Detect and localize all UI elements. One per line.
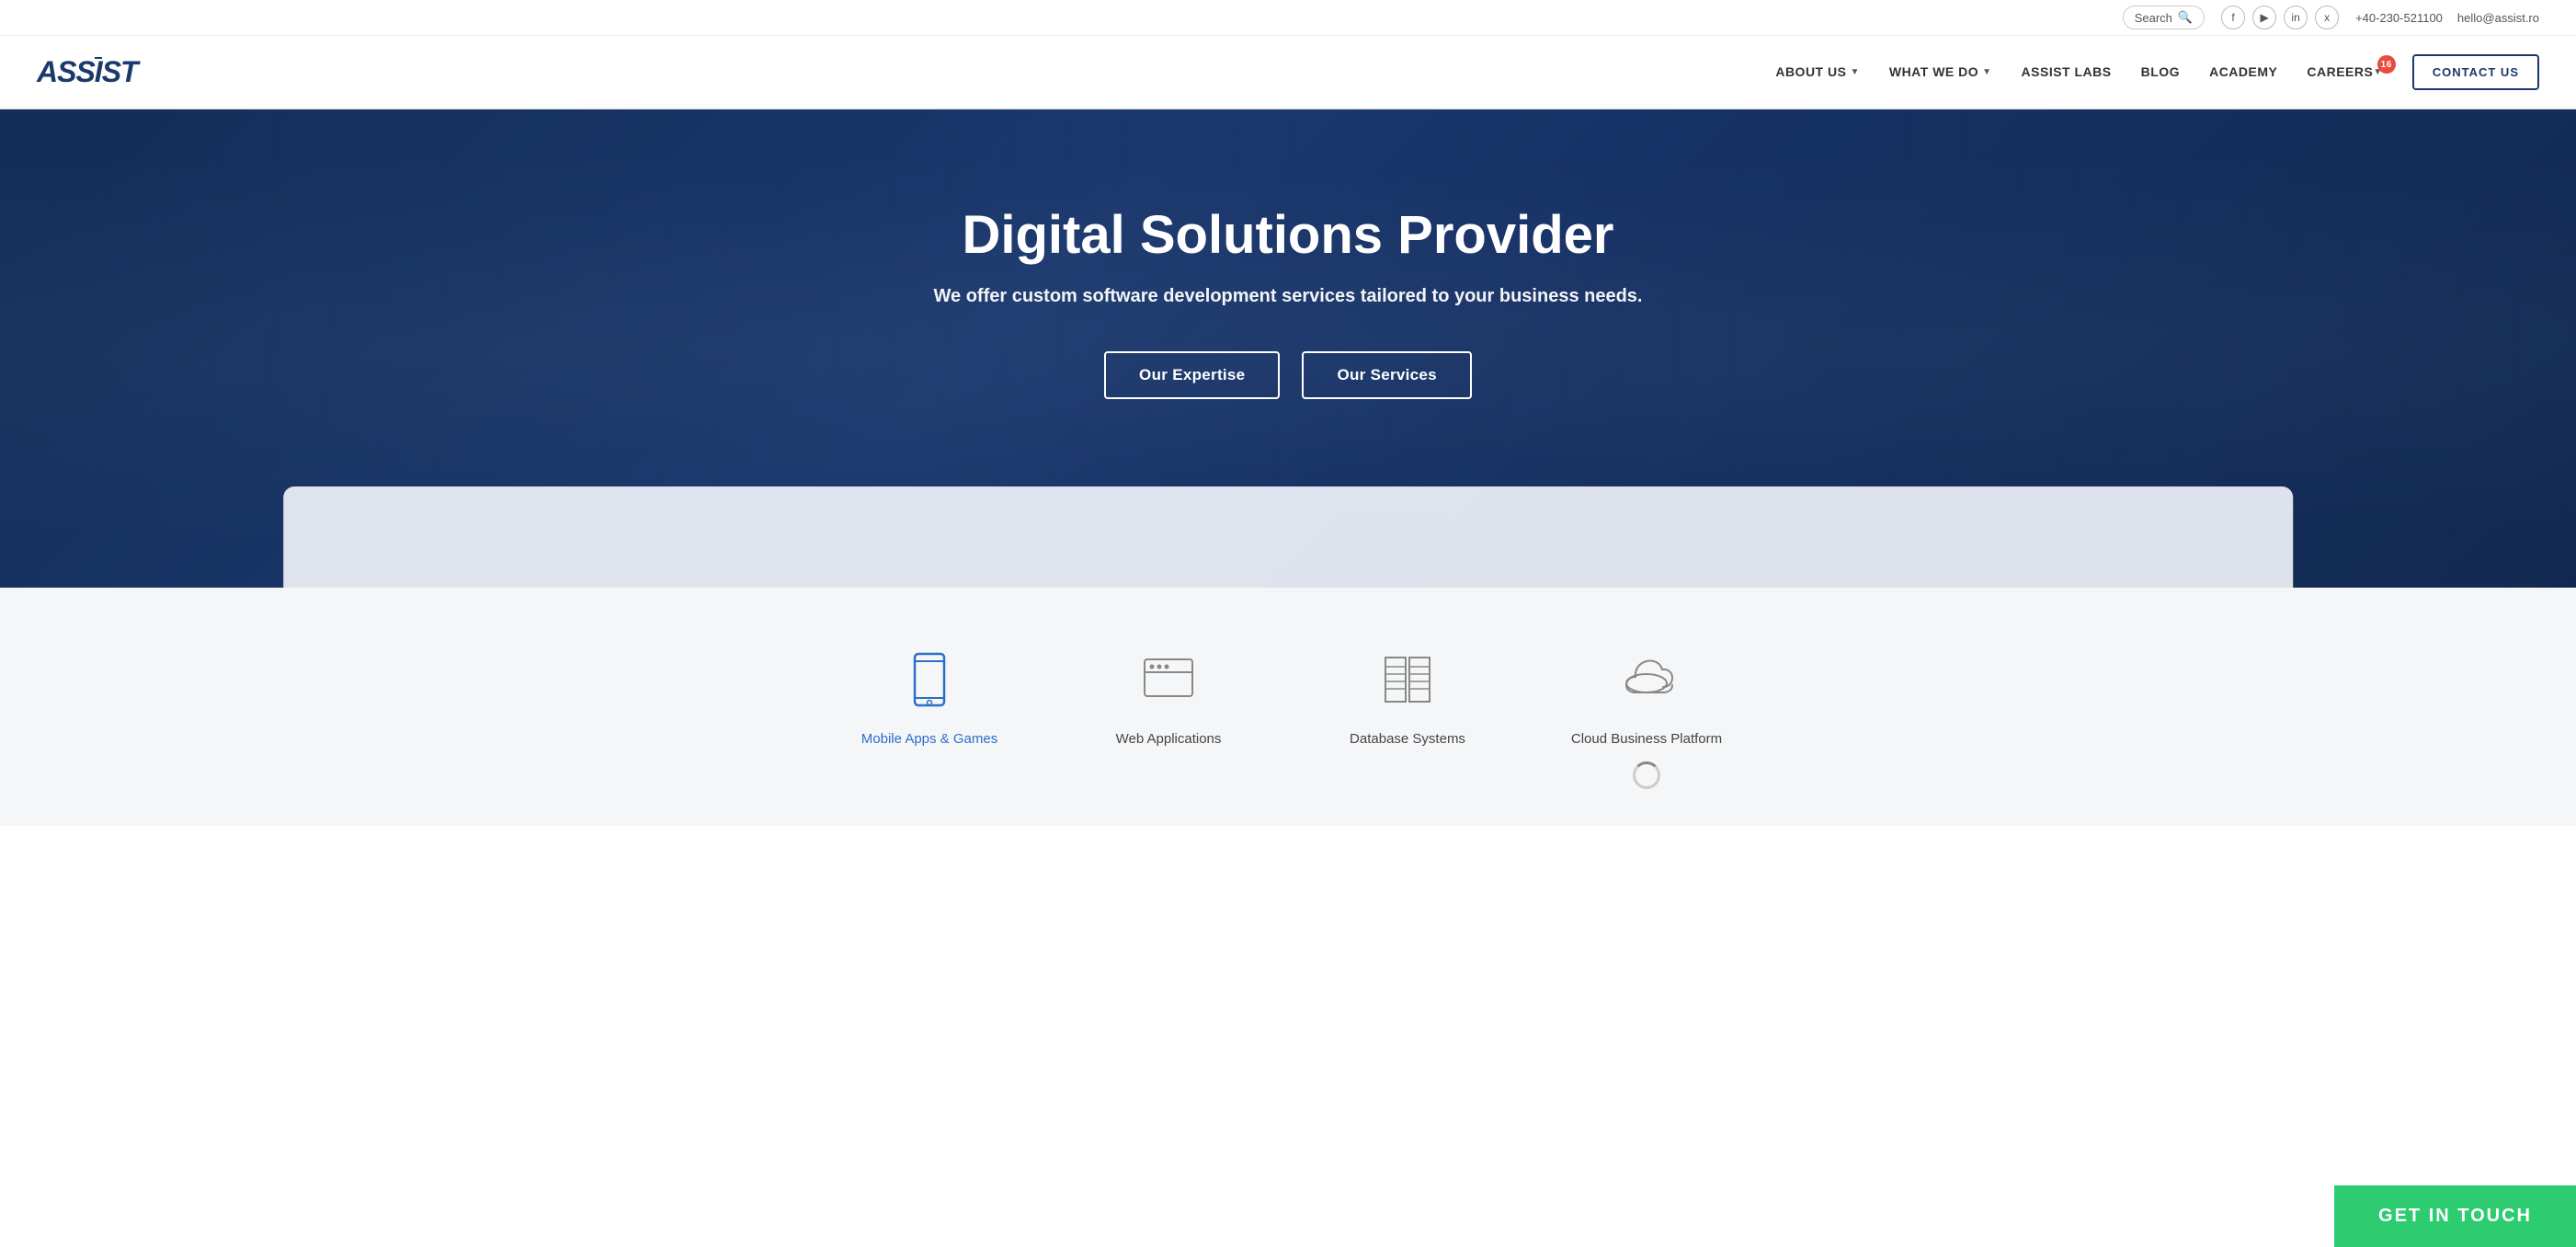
service-label-database: Database Systems	[1350, 731, 1465, 747]
hero-content: Digital Solutions Provider We offer cust…	[934, 206, 1643, 400]
service-label-web: Web Applications	[1116, 731, 1222, 747]
nav-link-careers[interactable]: CAREERS ▼ 16	[2307, 64, 2382, 79]
youtube-icon[interactable]: ▶	[2252, 6, 2276, 29]
service-item-cloud[interactable]: Cloud Business Platform	[1564, 643, 1729, 789]
cloud-icon-wrap	[1610, 643, 1683, 716]
nav-link-assistlabs[interactable]: ASSIST LABS	[2022, 64, 2112, 79]
nav-item-careers[interactable]: CAREERS ▼ 16	[2307, 64, 2382, 79]
chevron-down-icon: ▼	[1850, 67, 1859, 77]
hero-buttons: Our Expertise Our Services	[934, 351, 1643, 399]
nav-link-contact[interactable]: CONTACT US	[2412, 54, 2539, 90]
facebook-icon[interactable]: f	[2221, 6, 2245, 29]
contact-info: +40-230-521100 hello@assist.ro	[2355, 11, 2539, 25]
nav-label-assistlabs: ASSIST LABS	[2022, 64, 2112, 79]
web-apps-icon	[1139, 650, 1198, 709]
nav-item-whatwedo[interactable]: WHAT WE DO ▼	[1889, 64, 1992, 79]
cloud-business-icon	[1617, 650, 1676, 709]
service-item-mobile[interactable]: Mobile Apps & Games	[847, 643, 1012, 789]
search-label: Search	[2135, 11, 2172, 25]
database-icon-wrap	[1371, 643, 1444, 716]
services-button[interactable]: Our Services	[1302, 351, 1472, 399]
nav-label-academy: ACADEMY	[2209, 64, 2277, 79]
hero-section: Digital Solutions Provider We offer cust…	[0, 109, 2576, 588]
nav-menu: ABOUT US ▼ WHAT WE DO ▼ ASSIST LABS BLOG…	[1775, 54, 2539, 90]
service-label-cloud: Cloud Business Platform	[1571, 731, 1722, 747]
service-item-web[interactable]: Web Applications	[1086, 643, 1251, 789]
nav-item-academy[interactable]: ACADEMY	[2209, 64, 2277, 79]
nav-label-careers: CAREERS	[2307, 64, 2373, 79]
logo-text: ASSIST	[37, 55, 138, 88]
get-in-touch-label: GET IN TOUCH	[2378, 1206, 2532, 1226]
logo[interactable]: ASSIST	[37, 55, 138, 89]
service-label-mobile: Mobile Apps & Games	[861, 731, 997, 747]
xing-icon[interactable]: x	[2315, 6, 2339, 29]
nav-link-about[interactable]: ABOUT US ▼	[1775, 64, 1860, 79]
email-address: hello@assist.ro	[2457, 11, 2539, 25]
get-in-touch-bar[interactable]: GET IN TOUCH	[2334, 1185, 2576, 1247]
nav-label-blog: BLOG	[2141, 64, 2180, 79]
nav-item-blog[interactable]: BLOG	[2141, 64, 2180, 79]
search-box[interactable]: Search 🔍	[2123, 6, 2205, 29]
nav-item-contact[interactable]: CONTACT US	[2412, 54, 2539, 90]
nav-item-assistlabs[interactable]: ASSIST LABS	[2022, 64, 2112, 79]
card-overlap	[283, 486, 2293, 588]
mobile-apps-icon	[900, 650, 959, 709]
chevron-down-icon-2: ▼	[1982, 67, 1991, 77]
top-bar: Search 🔍 f ▶ in x +40-230-521100 hello@a…	[0, 0, 2576, 36]
search-icon: 🔍	[2178, 10, 2193, 25]
nav-link-academy[interactable]: ACADEMY	[2209, 64, 2277, 79]
careers-badge-count: 16	[2377, 55, 2396, 74]
social-icons: f ▶ in x	[2221, 6, 2339, 29]
linkedin-icon[interactable]: in	[2284, 6, 2308, 29]
hero-title: Digital Solutions Provider	[934, 206, 1643, 265]
nav-link-whatwedo[interactable]: WHAT WE DO ▼	[1889, 64, 1992, 79]
web-icon-wrap	[1132, 643, 1205, 716]
nav-label-contact: CONTACT US	[2433, 65, 2519, 79]
mobile-icon-wrap	[893, 643, 966, 716]
loading-spinner	[1633, 761, 1660, 789]
nav-item-about[interactable]: ABOUT US ▼	[1775, 64, 1860, 79]
database-systems-icon	[1378, 650, 1437, 709]
service-item-database[interactable]: Database Systems	[1325, 643, 1490, 789]
phone-number: +40-230-521100	[2355, 11, 2443, 25]
hero-subtitle: We offer custom software development ser…	[934, 286, 1643, 307]
nav-label-whatwedo: WHAT WE DO	[1889, 64, 1978, 79]
nav-link-blog[interactable]: BLOG	[2141, 64, 2180, 79]
services-section: Mobile Apps & Games Web Applications	[0, 588, 2576, 826]
nav-label-about: ABOUT US	[1775, 64, 1846, 79]
main-nav: ASSIST ABOUT US ▼ WHAT WE DO ▼ ASSIST LA…	[0, 36, 2576, 109]
expertise-button[interactable]: Our Expertise	[1104, 351, 1280, 399]
